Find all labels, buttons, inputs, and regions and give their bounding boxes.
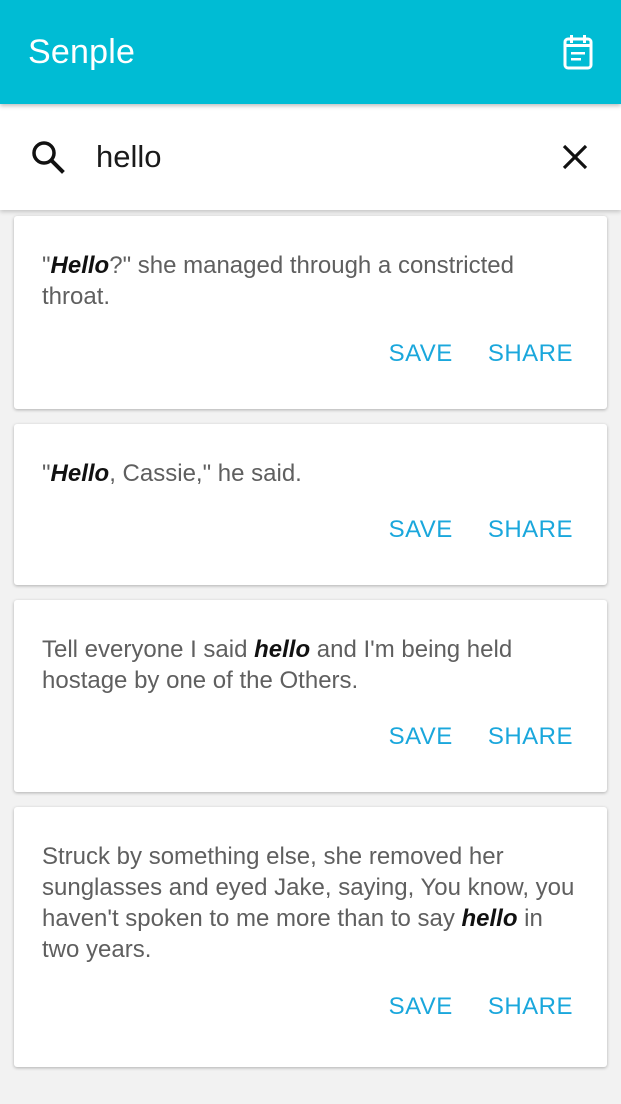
search-input[interactable] [96,139,557,175]
save-button[interactable]: SAVE [389,340,453,368]
search-match: Hello [50,460,110,487]
search-match: hello [254,636,311,663]
result-card: Struck by something else, she removed he… [14,807,607,1067]
save-button[interactable]: SAVE [389,723,453,751]
search-match: hello [461,905,518,932]
result-card: "Hello, Cassie," he said. SAVE SHARE [14,424,607,585]
results-list: "Hello?" she managed through a constrict… [14,216,607,1082]
calendar-button[interactable] [561,32,595,72]
result-text: "Hello, Cassie," he said. [42,460,302,487]
result-text: Struck by something else, she removed he… [42,843,575,963]
result-card: "Hello?" she managed through a constrict… [14,216,607,409]
result-text: Tell everyone I said hello and I'm being… [42,636,513,694]
search-bar [0,104,621,210]
clear-search-button[interactable] [557,139,593,175]
share-button[interactable]: SHARE [488,993,573,1021]
search-match: Hello [50,252,110,279]
result-text: "Hello?" she managed through a constrict… [42,252,514,310]
share-button[interactable]: SHARE [488,516,573,544]
share-button[interactable]: SHARE [488,340,573,368]
result-card: Tell everyone I said hello and I'm being… [14,600,607,792]
app-bar: Senple [0,0,621,104]
save-button[interactable]: SAVE [389,516,453,544]
close-icon [562,144,588,170]
share-button[interactable]: SHARE [488,723,573,751]
app-title: Senple [28,32,136,71]
save-button[interactable]: SAVE [389,993,453,1021]
calendar-note-icon [563,35,593,70]
search-icon[interactable] [30,139,66,175]
